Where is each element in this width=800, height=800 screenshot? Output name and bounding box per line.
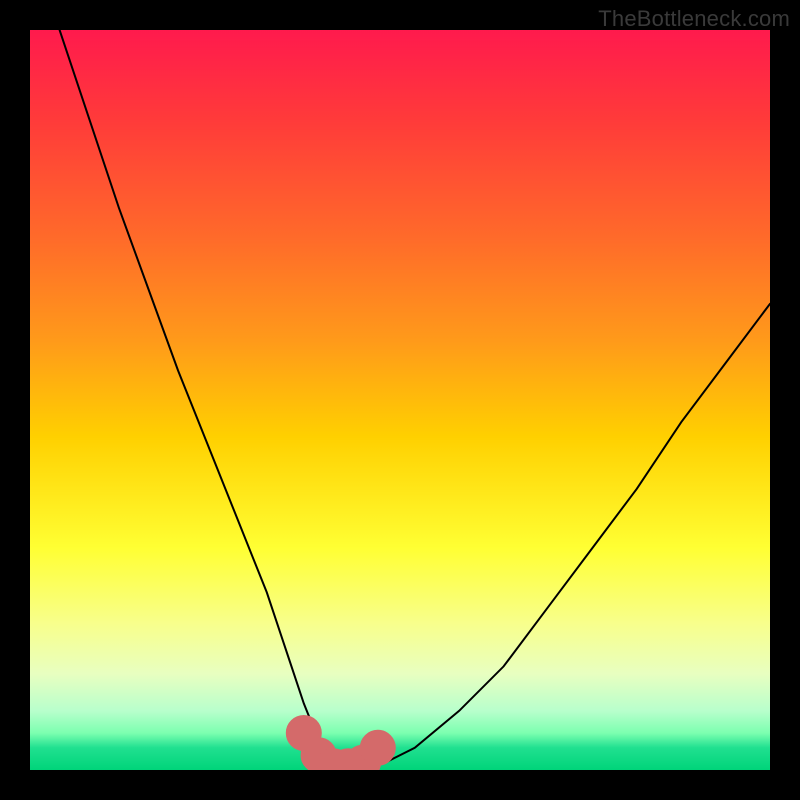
chart-frame: TheBottleneck.com xyxy=(0,0,800,800)
chart-svg xyxy=(30,30,770,770)
optimal-range-dot xyxy=(368,738,388,758)
watermark-text: TheBottleneck.com xyxy=(598,6,790,32)
plot-area xyxy=(30,30,770,770)
bottleneck-curve xyxy=(60,30,770,770)
optimal-range-marker xyxy=(294,723,388,770)
